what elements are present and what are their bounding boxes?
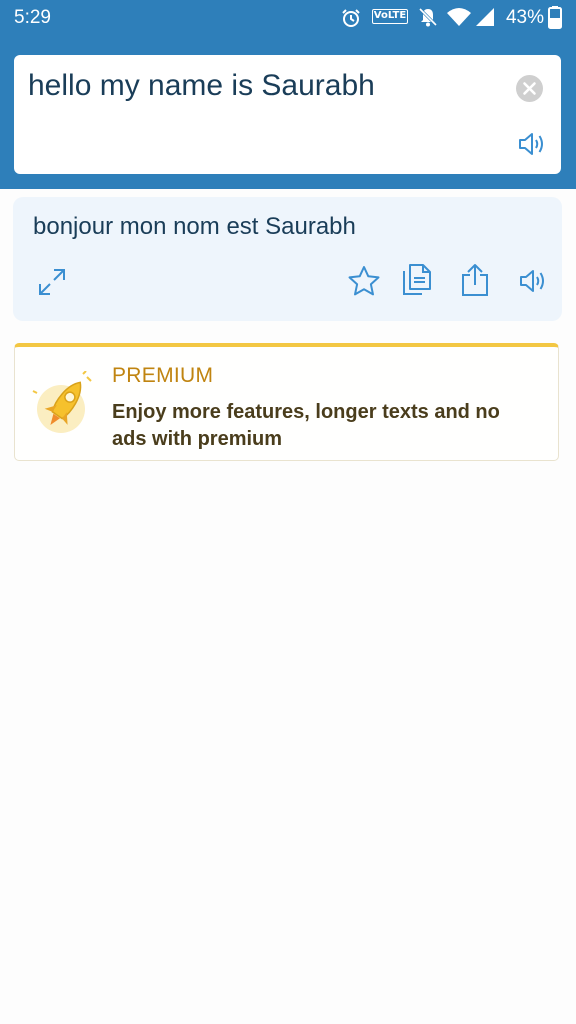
copy-icon[interactable] <box>401 263 433 297</box>
battery-icon <box>548 6 562 29</box>
translation-card: bonjour mon nom est Saurabh <box>13 197 562 321</box>
status-time: 5:29 <box>14 7 51 28</box>
wifi-icon <box>447 8 471 26</box>
translation-text: bonjour mon nom est Saurabh <box>33 213 356 240</box>
rocket-icon <box>32 371 92 433</box>
expand-icon[interactable] <box>37 267 67 297</box>
signal-icon <box>476 8 494 26</box>
notifications-off-icon <box>418 7 438 27</box>
status-bar: 5:29 VoLTE 43% <box>0 0 576 34</box>
premium-banner[interactable]: PREMIUM Enjoy more features, longer text… <box>14 343 559 461</box>
volte-icon: VoLTE <box>372 9 408 24</box>
source-text-input[interactable]: hello my name is Saurabh <box>28 69 375 103</box>
clear-button[interactable] <box>516 75 543 102</box>
speaker-icon[interactable] <box>517 130 547 158</box>
clear-icon <box>523 82 536 95</box>
star-icon[interactable] <box>347 265 381 297</box>
premium-label: PREMIUM <box>112 364 214 387</box>
source-input-card[interactable]: hello my name is Saurabh <box>14 55 561 174</box>
share-icon[interactable] <box>460 263 490 297</box>
premium-description: Enjoy more features, longer texts and no… <box>112 401 500 450</box>
battery-percent: 43% <box>505 7 544 28</box>
speaker-icon[interactable] <box>518 267 550 295</box>
alarm-icon <box>342 9 360 27</box>
